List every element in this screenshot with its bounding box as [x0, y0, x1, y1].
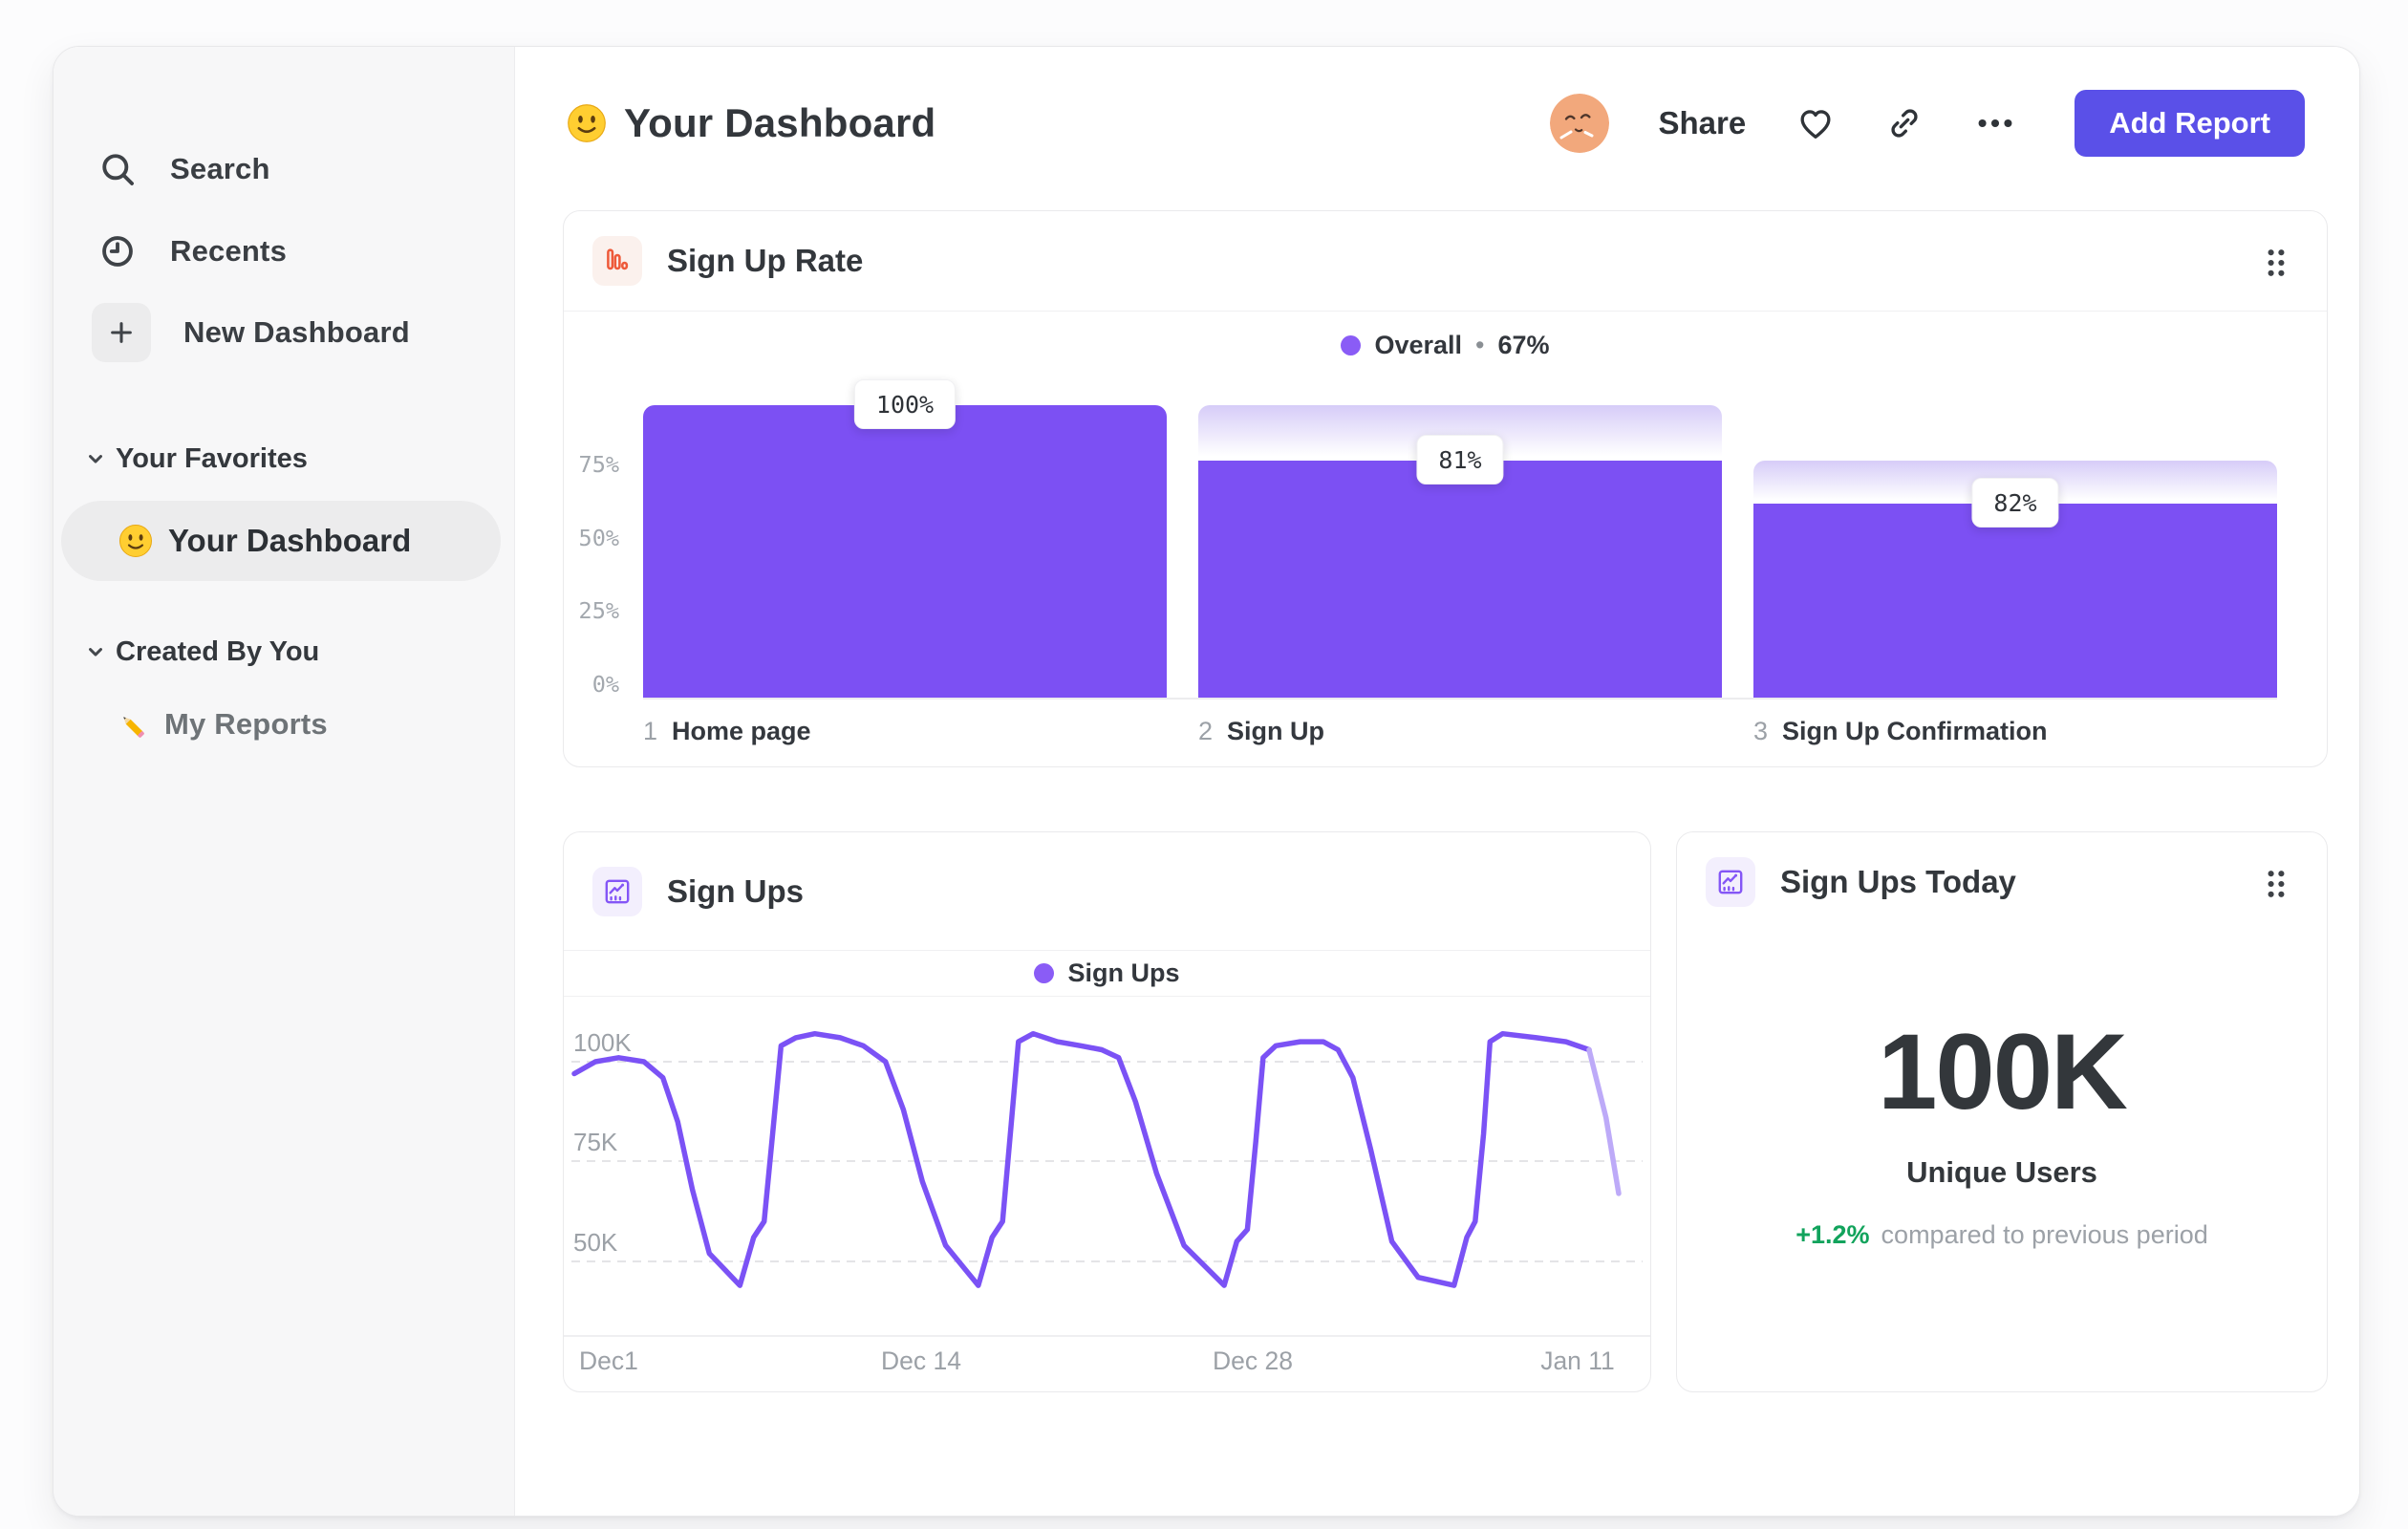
y-tick: 25% — [578, 597, 619, 624]
sidebar-item-new-dashboard[interactable]: New Dashboard — [54, 303, 514, 362]
page-title: Your Dashboard — [624, 100, 936, 145]
legend-dot — [1341, 334, 1362, 355]
card-sign-ups: Sign Ups Sign Ups 100K 75K 50K Dec1 Dec … — [563, 831, 1651, 1392]
line-chart-plot — [564, 996, 1650, 1335]
funnel-bar[interactable]: 81% — [1198, 405, 1722, 699]
card-sign-ups-today: Sign Ups Today 100K Unique Users +1.2% c… — [1676, 831, 2328, 1392]
stat-value: 100K — [1878, 1012, 2128, 1131]
drag-handle-icon[interactable] — [2264, 246, 2289, 280]
step-number: 3 — [1753, 716, 1769, 745]
link-icon[interactable] — [1885, 104, 1924, 142]
legend-separator: • — [1475, 330, 1485, 359]
line-chart-icon — [592, 866, 642, 916]
smiley-emoji — [567, 103, 607, 143]
card-header: Sign Ups Today — [1677, 832, 2327, 932]
section-label: Created By You — [116, 635, 320, 667]
funnel-bar[interactable]: 100% — [643, 379, 1167, 699]
x-category: 2 Sign Up — [1198, 716, 1324, 746]
y-tick: 50% — [578, 525, 619, 551]
y-tick: 0% — [591, 671, 619, 698]
section-label: Your Favorites — [116, 442, 308, 474]
stat-label: Unique Users — [1906, 1155, 2097, 1189]
card-title: Sign Ups — [667, 872, 805, 909]
value-chip: 100% — [853, 379, 957, 429]
sidebar-item-label: Recents — [170, 234, 288, 268]
dashboard-header: Your Dashboard Share Add Report — [567, 85, 2305, 162]
delta-value: +1.2% — [1795, 1220, 1870, 1249]
value-chip: 82% — [1971, 478, 2059, 528]
chevron-down-icon — [85, 448, 106, 469]
value-chip: 81% — [1416, 435, 1504, 485]
x-axis-line — [564, 1335, 1650, 1337]
sidebar-item-label: My Reports — [164, 707, 328, 741]
sidebar-item-recents[interactable]: Recents — [54, 221, 514, 282]
sidebar-item-label: Your Dashboard — [168, 523, 412, 558]
plus-icon — [92, 303, 151, 362]
x-tick: Dec 14 — [881, 1346, 961, 1375]
funnel-bars: 100% 81% 82% — [643, 379, 2277, 699]
sidebar-item-your-dashboard-selected[interactable]: Your Dashboard — [61, 501, 501, 581]
divider — [564, 311, 2327, 312]
funnel-legend: Overall • 67% — [564, 324, 2327, 366]
search-icon — [96, 147, 140, 191]
share-button[interactable]: Share — [1659, 105, 1747, 141]
step-name: Sign Up Confirmation — [1782, 716, 2048, 745]
smiley-emoji — [118, 524, 153, 558]
heart-icon[interactable] — [1795, 103, 1836, 143]
y-tick: 75K — [573, 1128, 618, 1156]
bar-chart-icon — [592, 236, 642, 286]
card-header: Sign Ups — [564, 832, 1650, 950]
pencil-emoji — [113, 706, 149, 743]
delta-note: compared to previous period — [1881, 1220, 2208, 1249]
card-title: Sign Up Rate — [667, 243, 864, 278]
drag-handle-icon[interactable] — [2264, 867, 2289, 901]
legend-value: 67% — [1497, 330, 1550, 359]
y-tick: 50K — [573, 1228, 618, 1257]
card-sign-up-rate: Sign Up Rate Overall • 67% 75% 50% 25% 0… — [563, 210, 2328, 767]
legend-label: Overall — [1374, 330, 1463, 359]
x-tick: Dec 28 — [1213, 1346, 1293, 1375]
bar-solid — [643, 405, 1167, 699]
add-report-button[interactable]: Add Report — [2075, 90, 2305, 157]
avatar[interactable] — [1549, 94, 1609, 153]
sidebar-item-label: Search — [170, 152, 270, 185]
ellipsis-icon[interactable] — [1973, 101, 2017, 145]
x-tick: Jan 11 — [1540, 1346, 1615, 1375]
sidebar-item-my-reports[interactable]: My Reports — [54, 694, 514, 755]
line-legend: Sign Ups — [564, 950, 1650, 997]
section-your-favorites[interactable]: Your Favorites — [54, 438, 514, 480]
app-window: Search Recents New Dashboard Your Favori… — [53, 46, 2360, 1517]
funnel-bar[interactable]: 82% — [1753, 405, 2277, 699]
card-header: Sign Up Rate — [564, 211, 2327, 311]
step-name: Home page — [672, 716, 811, 745]
clock-icon — [96, 229, 140, 273]
axis-baseline — [643, 698, 2277, 700]
bar-solid — [1753, 504, 2277, 699]
step-number: 2 — [1198, 716, 1214, 745]
x-category: 1 Home page — [643, 716, 811, 746]
step-name: Sign Up — [1227, 716, 1325, 745]
line-chart-icon — [1706, 857, 1755, 907]
x-tick: Dec1 — [579, 1346, 638, 1375]
x-category: 3 Sign Up Confirmation — [1753, 716, 2048, 746]
legend-dot — [1034, 962, 1055, 983]
section-created-by-you[interactable]: Created By You — [54, 631, 514, 673]
sidebar: Search Recents New Dashboard Your Favori… — [54, 47, 515, 1516]
sidebar-item-search[interactable]: Search — [54, 139, 514, 200]
y-tick: 75% — [578, 451, 619, 478]
sidebar-item-label: New Dashboard — [183, 315, 410, 349]
stat-delta: +1.2% compared to previous period — [1677, 1220, 2327, 1250]
step-number: 1 — [643, 716, 658, 745]
main-content: Your Dashboard Share Add Report Sign Up … — [515, 47, 2359, 1516]
bar-solid — [1198, 461, 1722, 699]
y-tick: 100K — [573, 1028, 632, 1057]
chevron-down-icon — [85, 641, 106, 662]
legend-label: Sign Ups — [1067, 958, 1180, 987]
card-title: Sign Ups Today — [1780, 864, 2016, 899]
